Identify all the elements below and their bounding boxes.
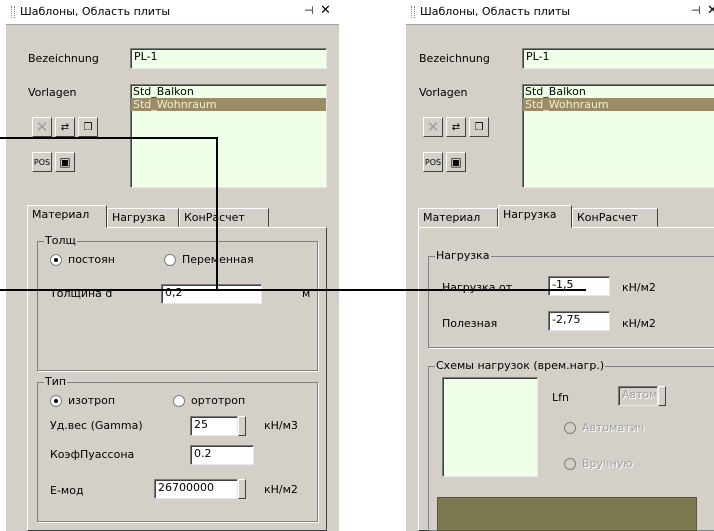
tab-konrasschet[interactable]: КонРасчет <box>179 208 269 227</box>
tab-konrasschet[interactable]: КонРасчет <box>572 208 658 227</box>
poisson-input[interactable]: 0.2 <box>190 445 254 465</box>
tab-load[interactable]: Нагрузка <box>107 208 179 227</box>
load-group-title: Нагрузка <box>435 249 491 262</box>
load-from-unit: кН/м2 <box>622 281 656 294</box>
rename-template-icon[interactable]: ⇄ <box>446 117 466 137</box>
radio-constant[interactable] <box>50 254 62 266</box>
list-item[interactable]: Std_Balkon <box>131 85 326 98</box>
weight-spin-icon[interactable] <box>238 416 246 436</box>
bezeichnung-label: Bezeichnung <box>419 52 490 65</box>
emod-unit: кН/м2 <box>264 483 298 496</box>
weight-input[interactable]: 25 <box>190 416 238 436</box>
new-pos-icon[interactable]: POS <box>423 152 443 172</box>
bezeichnung-label: Bezeichnung <box>28 52 99 65</box>
bezeichnung-input[interactable]: PL-1 <box>522 48 714 69</box>
lfn-input[interactable]: Автом <box>618 386 658 406</box>
weight-unit: кН/м3 <box>264 419 298 432</box>
emod-label: Е-мод <box>50 484 84 497</box>
delete-icon[interactable]: ✕ <box>423 117 443 137</box>
panel-titlebar[interactable]: Шаблоны, Область плиты ⊣ ✕ <box>6 0 339 25</box>
type-group-title: Тип <box>44 375 68 388</box>
radio-variable[interactable] <box>164 254 176 266</box>
radio-orthotropic-label: ортотроп <box>191 394 246 407</box>
tab-material[interactable]: Материал <box>27 205 107 228</box>
bezeichnung-input[interactable]: PL-1 <box>130 48 327 69</box>
panel-titlebar[interactable]: Шаблоны, Область плиты ⊣ ✕ <box>406 0 714 25</box>
rename-template-icon[interactable]: ⇄ <box>55 117 75 137</box>
thickness-input[interactable]: 0,2 <box>161 284 262 304</box>
useful-load-input[interactable]: -2,75 <box>548 311 610 331</box>
useful-load-label: Полезная <box>442 317 498 330</box>
emod-spin-icon[interactable] <box>238 479 246 499</box>
tab-load[interactable]: Нагрузка <box>498 205 572 228</box>
vorlagen-label: Vorlagen <box>419 86 468 99</box>
delete-icon[interactable]: ✕ <box>32 117 52 137</box>
new-pos-icon[interactable]: POS <box>32 152 52 172</box>
tab-material[interactable]: Материал <box>418 208 498 227</box>
useful-load-unit: кН/м2 <box>622 317 656 330</box>
load-scheme-preview <box>437 497 697 531</box>
radio-manual-label: Вручную <box>582 457 633 470</box>
radio-orthotropic[interactable] <box>173 395 185 407</box>
lfn-spin-icon[interactable] <box>658 386 666 406</box>
radio-isotropic[interactable] <box>50 395 62 407</box>
list-item[interactable]: Std_Balkon <box>523 85 714 98</box>
radio-manual[interactable] <box>564 458 576 470</box>
close-icon[interactable]: ✕ <box>707 3 714 18</box>
emod-input[interactable]: 26700000 <box>154 479 238 499</box>
pin-icon[interactable]: ⊣ <box>304 4 314 17</box>
connector-line-vertical <box>216 137 218 291</box>
tab-strip: Материал Нагрузка КонРасчет <box>27 205 327 228</box>
vorlagen-list[interactable]: Std_Balkon Std_Wohnraum <box>130 84 327 188</box>
load-schemes-list[interactable] <box>442 377 538 477</box>
right-dialog-panel: Шаблоны, Область плиты ⊣ ✕ Bezeichnung P… <box>406 0 714 531</box>
list-item[interactable]: Std_Wohnraum <box>523 98 714 111</box>
close-icon[interactable]: ✕ <box>320 3 331 18</box>
thickness-group-title: Толщ <box>44 234 77 247</box>
copy-template-icon[interactable]: ❐ <box>469 117 489 137</box>
load-schemes-group-title: Схемы нагрузок (врем.нагр.) <box>435 359 606 372</box>
panel-title: Шаблоны, Область плиты <box>20 5 171 18</box>
connector-line-middle <box>0 289 586 291</box>
radio-auto-label: Автоматич <box>582 421 645 434</box>
copy-template-icon[interactable]: ❐ <box>78 117 98 137</box>
tab-strip: Материал Нагрузка КонРасчет <box>418 205 714 228</box>
save-icon[interactable]: ▣ <box>55 152 75 172</box>
save-icon[interactable]: ▣ <box>446 152 466 172</box>
connector-line-top <box>0 137 217 139</box>
poisson-label: КоэфПуассона <box>50 448 135 461</box>
drag-grip-icon[interactable] <box>411 6 415 18</box>
load-group: Нагрузка <box>428 249 714 348</box>
load-from-label: Нагрузка от <box>442 281 513 294</box>
left-dialog-panel: Шаблоны, Область плиты ⊣ ✕ Bezeichnung P… <box>6 0 339 531</box>
load-from-input[interactable]: -1,5 <box>548 276 610 296</box>
radio-isotropic-label: изотроп <box>68 394 116 407</box>
panel-title: Шаблоны, Область плиты <box>420 5 571 18</box>
weight-label: Уд.вес (Gamma) <box>50 419 143 432</box>
vorlagen-list[interactable]: Std_Balkon Std_Wohnraum <box>522 84 714 188</box>
drag-grip-icon[interactable] <box>11 6 15 18</box>
lfn-label: Lfn <box>552 391 569 404</box>
list-item[interactable]: Std_Wohnraum <box>131 98 326 111</box>
pin-icon[interactable]: ⊣ <box>691 4 701 17</box>
vorlagen-label: Vorlagen <box>28 86 77 99</box>
radio-constant-label: постоян <box>68 253 115 266</box>
radio-auto[interactable] <box>564 422 576 434</box>
